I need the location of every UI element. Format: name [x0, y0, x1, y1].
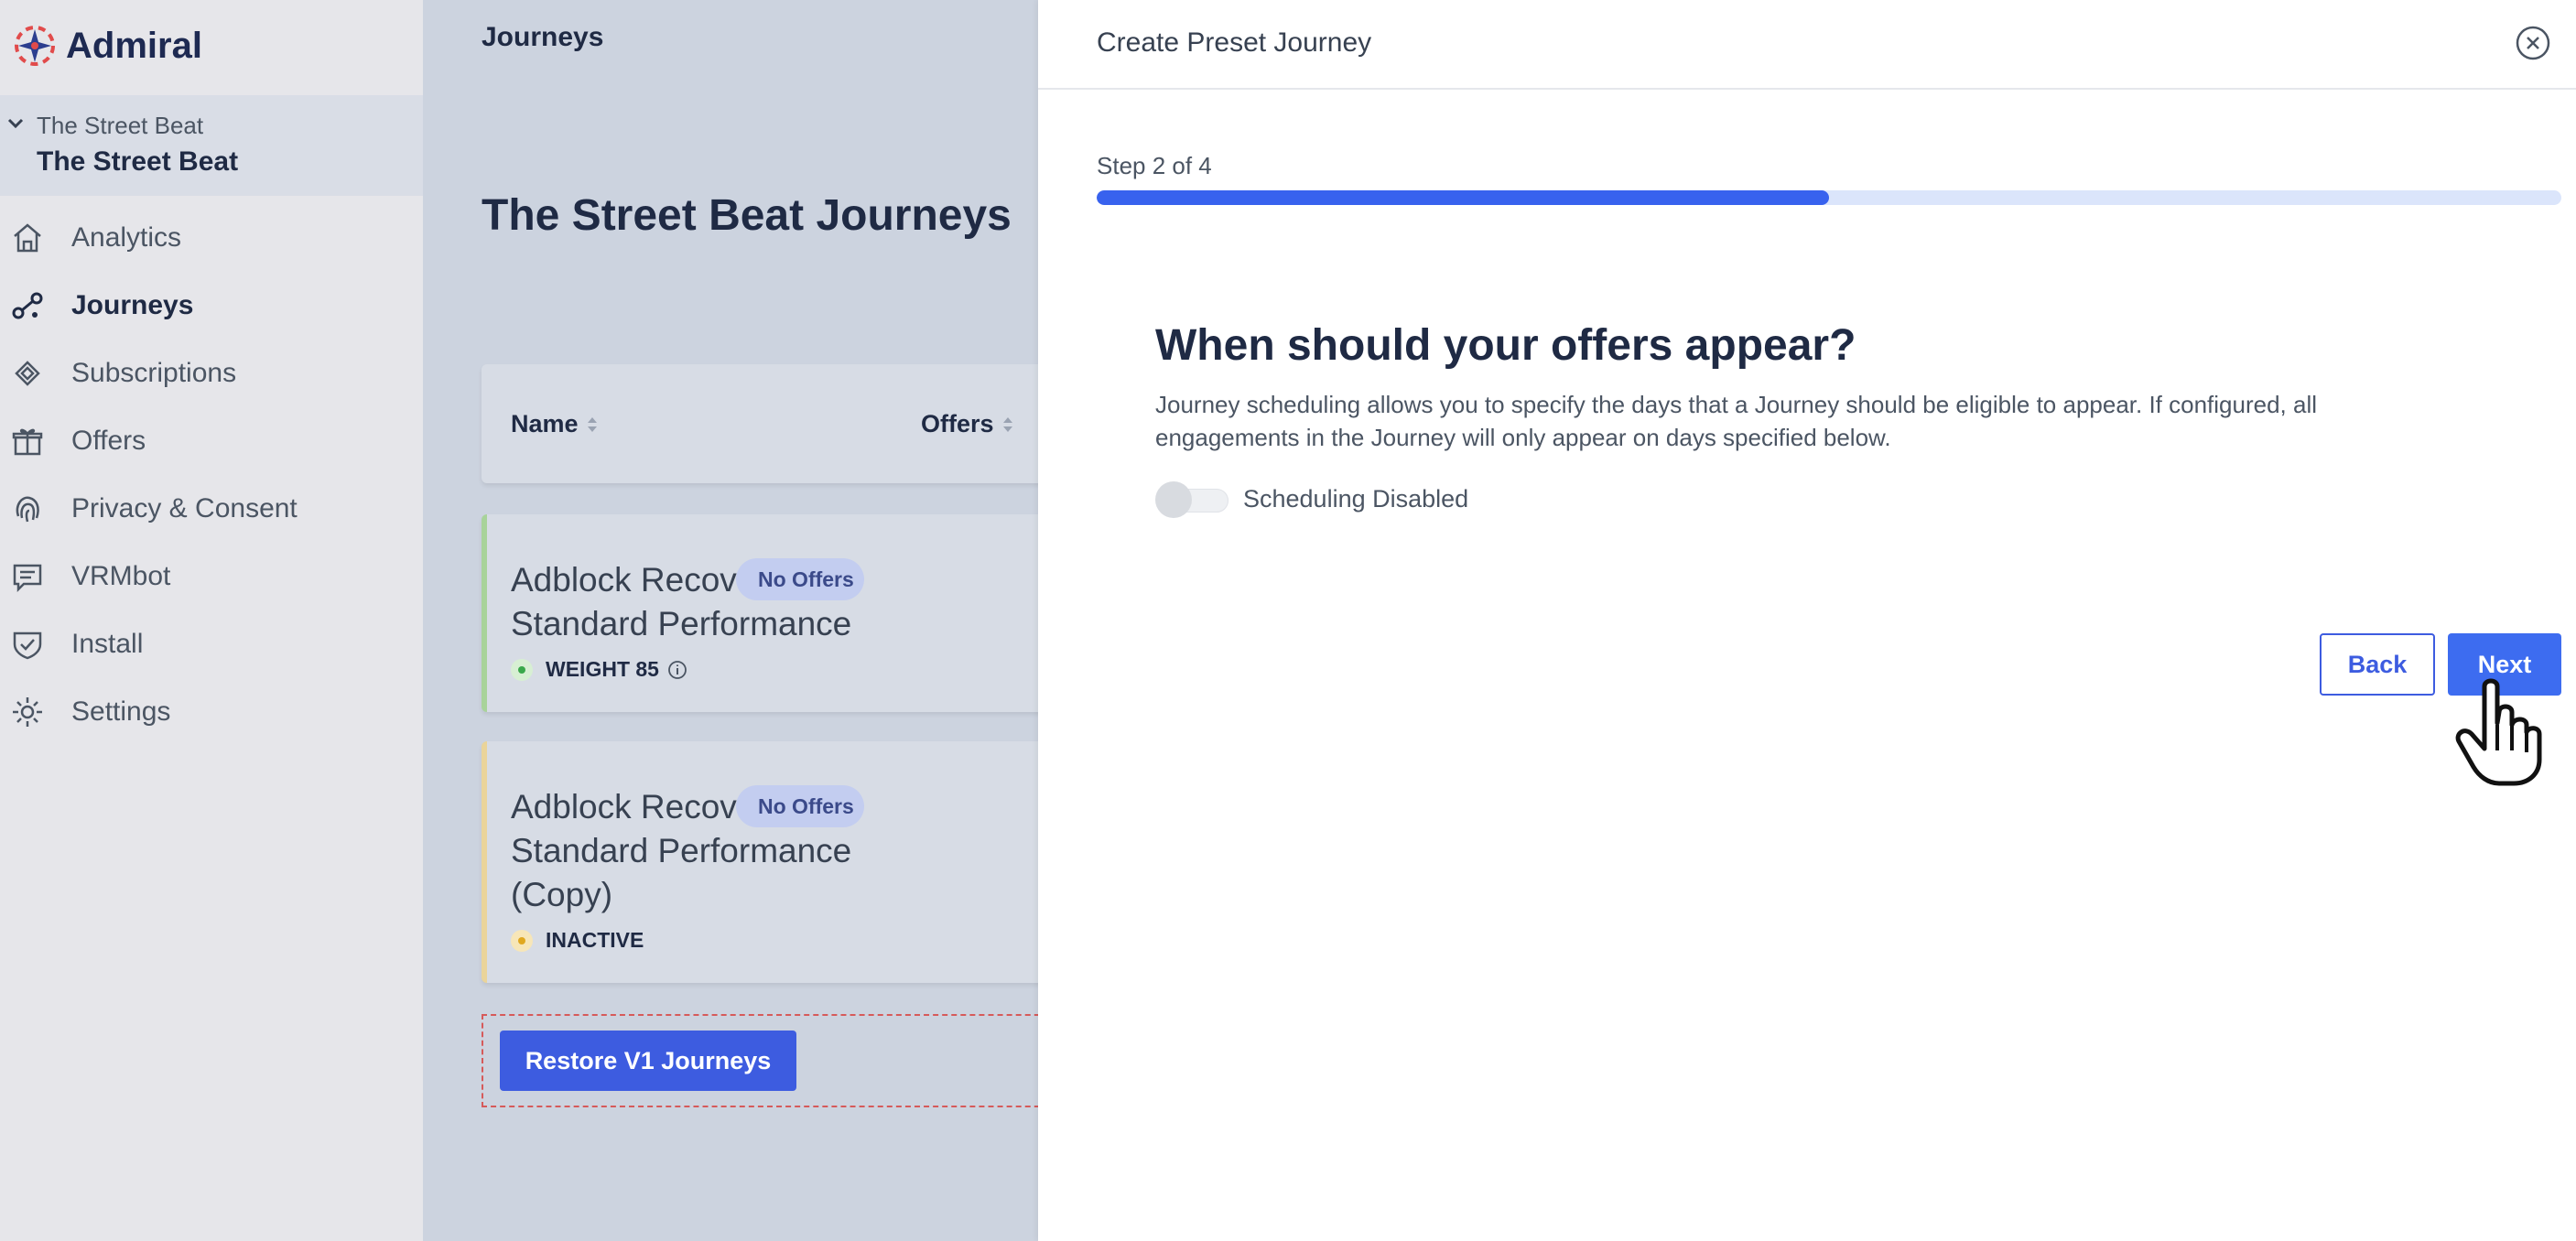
journey-card[interactable]: Adblock Recovery Standard Performance (C…	[482, 741, 1038, 983]
column-header-label: Offers	[921, 410, 994, 437]
step-progress-bar	[1097, 190, 2561, 205]
column-header-name[interactable]: Name	[511, 410, 599, 438]
brand-name: Admiral	[66, 25, 202, 66]
sort-icon	[587, 416, 597, 432]
scheduling-toggle-label: Scheduling Disabled	[1243, 485, 1469, 513]
sort-icon	[1002, 416, 1012, 432]
column-header-offers[interactable]: Offers	[921, 410, 1014, 438]
sidebar-item-label: Subscriptions	[71, 358, 237, 388]
site-selector-label: The Street Beat	[37, 112, 204, 139]
page-title: The Street Beat Journeys	[482, 191, 1012, 240]
sidebar-item-journeys[interactable]: Journeys	[0, 278, 423, 333]
create-journey-drawer: Create Preset Journey Step 2 of 4 When s…	[1038, 0, 2576, 1241]
sidebar-item-settings[interactable]: Settings	[0, 685, 423, 739]
offers-badge: No Offers	[736, 558, 864, 600]
sidebar-item-privacy[interactable]: Privacy & Consent	[0, 481, 423, 536]
offers-badge: No Offers	[736, 785, 864, 827]
question-title: When should your offers appear?	[1155, 321, 1856, 370]
brand[interactable]: Admiral	[11, 18, 202, 73]
main-content: Journeys The Street Beat Journeys Name O…	[423, 0, 1038, 1241]
chat-icon	[13, 564, 42, 593]
question-description: Journey scheduling allows you to specify…	[1155, 391, 2318, 451]
drawer-title: Create Preset Journey	[1097, 27, 1372, 58]
sidebar-item-label: Journeys	[71, 290, 194, 320]
sidebar-item-subscriptions[interactable]: Subscriptions	[0, 346, 423, 401]
sidebar: Admiral The Street Beat The Street Beat …	[0, 0, 423, 1241]
step-label: Step 2 of 4	[1097, 152, 1212, 179]
next-button[interactable]: Next	[2448, 633, 2561, 696]
sidebar-item-label: Settings	[71, 696, 171, 727]
status-text: WEIGHT 85	[546, 657, 659, 681]
subscriptions-icon	[15, 361, 40, 386]
status-dot	[511, 658, 533, 681]
sidebar-item-label: Offers	[71, 426, 146, 456]
home-icon	[14, 223, 41, 253]
toggle-knob	[1155, 481, 1192, 518]
info-icon[interactable]	[666, 659, 688, 681]
step-progress-fill	[1097, 190, 1829, 205]
sidebar-item-vrmbot[interactable]: VRMbot	[0, 549, 423, 604]
fingerprint-icon	[16, 496, 39, 523]
sidebar-item-analytics[interactable]: Analytics	[0, 210, 423, 265]
sidebar-item-label: Privacy & Consent	[71, 493, 298, 523]
sidebar-item-label: Install	[71, 629, 144, 659]
back-button[interactable]: Back	[2320, 633, 2435, 696]
scheduling-toggle[interactable]	[1155, 481, 1228, 518]
site-selector[interactable]: The Street Beat The Street Beat	[0, 95, 423, 196]
admiral-logo-icon	[15, 26, 55, 66]
status-text: INACTIVE	[546, 928, 644, 952]
close-icon[interactable]	[2514, 24, 2552, 62]
status-dot	[511, 929, 533, 952]
gift-icon	[12, 428, 43, 456]
gear-icon	[13, 697, 42, 727]
site-name: The Street Beat	[37, 146, 239, 177]
table-header: Name Offers	[482, 364, 1038, 483]
sidebar-item-install[interactable]: Install	[0, 617, 423, 672]
status-badge: WEIGHT 85	[511, 657, 688, 682]
journeys-icon	[12, 292, 43, 319]
sidebar-item-label: VRMbot	[71, 561, 171, 591]
sidebar-item-offers[interactable]: Offers	[0, 414, 423, 469]
status-badge: INACTIVE	[511, 928, 644, 953]
shield-icon	[13, 631, 42, 660]
section-title: Journeys	[482, 22, 604, 52]
chevron-down-icon	[7, 118, 24, 129]
column-header-label: Name	[511, 410, 579, 437]
drawer-header: Create Preset Journey	[1038, 0, 2576, 90]
journey-card[interactable]: Adblock Recovery Standard Performance No…	[482, 514, 1038, 712]
sidebar-item-label: Analytics	[71, 222, 182, 253]
restore-v1-journeys-button[interactable]: Restore V1 Journeys	[500, 1031, 796, 1091]
